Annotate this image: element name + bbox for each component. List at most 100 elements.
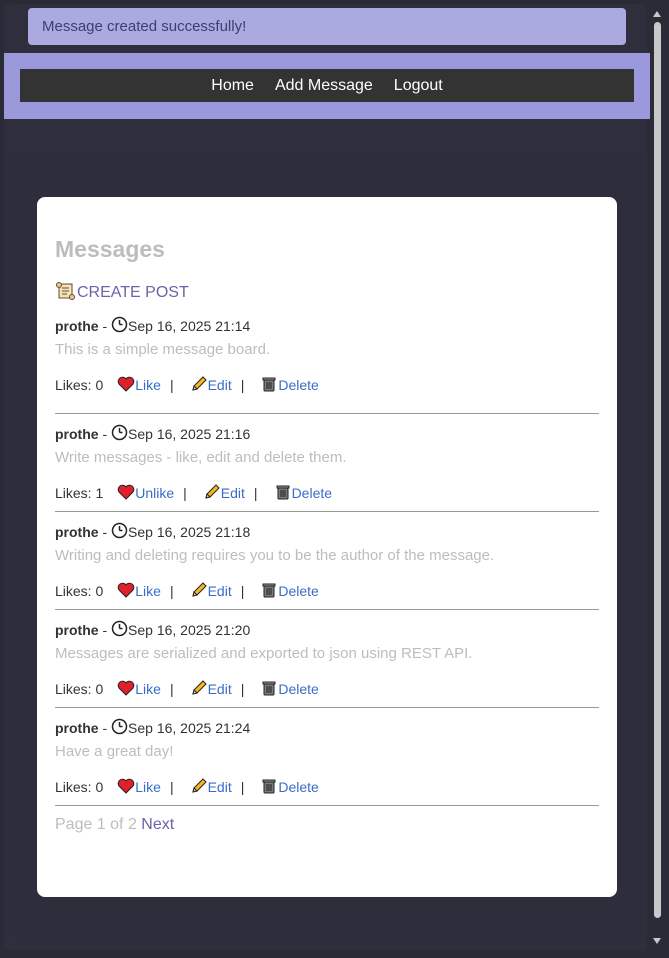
message-timestamp: Sep 16, 2025 21:24 <box>128 720 251 736</box>
next-page-link[interactable]: Next <box>141 816 174 833</box>
message-author: prothe <box>55 524 99 540</box>
list-item: prothe - Sep 16, 2025 21:16 Write messag… <box>55 414 599 512</box>
heart-icon <box>117 582 135 601</box>
list-item: prothe - Sep 16, 2025 21:18 Writing and … <box>55 512 599 610</box>
heart-icon <box>117 778 135 797</box>
create-post-link[interactable]: CREATE POST <box>77 284 189 302</box>
edit-link[interactable]: Edit <box>208 779 232 795</box>
flash-message: Message created successfully! <box>28 8 626 45</box>
message-actions: Likes: 0 Like | Edit | Delete <box>55 375 599 395</box>
like-toggle-link[interactable]: Like <box>135 583 161 599</box>
trash-icon <box>260 777 278 798</box>
list-item: prothe - Sep 16, 2025 21:24 Have a great… <box>55 708 599 806</box>
like-toggle-link[interactable]: Like <box>135 377 161 393</box>
message-text: Write messages - like, edit and delete t… <box>55 449 347 466</box>
action-separator: | <box>183 485 187 501</box>
delete-link[interactable]: Delete <box>278 377 318 393</box>
heart-icon <box>117 484 135 503</box>
message-meta: prothe - Sep 16, 2025 21:20 <box>55 620 599 640</box>
edit-link[interactable]: Edit <box>208 377 232 393</box>
message-meta: prothe - Sep 16, 2025 21:14 <box>55 316 599 336</box>
action-separator: | <box>240 779 245 795</box>
action-separator: | <box>169 681 174 697</box>
navbar: Home Add Message Logout <box>20 69 634 102</box>
list-item: prothe - Sep 16, 2025 21:20 Messages are… <box>55 610 599 708</box>
message-author: prothe <box>55 426 99 442</box>
likes-count: Likes: 0 <box>55 583 104 599</box>
action-separator: | <box>240 377 245 393</box>
edit-link[interactable]: Edit <box>221 485 245 501</box>
scroll-icon <box>55 281 77 306</box>
trash-icon <box>274 483 292 504</box>
messages-card: Messages CREATE POST prothe - Sep 16, 20… <box>37 197 617 897</box>
message-text: This is a simple message board. <box>55 341 271 358</box>
clock-icon <box>111 620 128 640</box>
action-separator: | <box>240 583 245 599</box>
nav-logout-link[interactable]: Logout <box>394 77 443 95</box>
message-timestamp: Sep 16, 2025 21:18 <box>128 524 251 540</box>
likes-count: Likes: 1 <box>55 485 104 501</box>
message-actions: Likes: 0 Like | Edit | Delete <box>55 581 599 601</box>
message-author: prothe <box>55 622 99 638</box>
list-item: prothe - Sep 16, 2025 21:14 This is a si… <box>55 316 599 414</box>
message-timestamp: Sep 16, 2025 21:16 <box>128 426 251 442</box>
like-toggle-link[interactable]: Unlike <box>135 485 174 501</box>
pencil-icon <box>190 777 208 798</box>
message-actions: Likes: 0 Like | Edit | Delete <box>55 679 599 699</box>
nav-home-link[interactable]: Home <box>211 77 254 95</box>
trash-icon <box>260 581 278 602</box>
clock-icon <box>111 718 128 738</box>
nav-add-message-link[interactable]: Add Message <box>275 77 373 95</box>
message-actions: Likes: 1 Unlike | Edit | Delete <box>55 483 599 503</box>
message-meta: prothe - Sep 16, 2025 21:16 <box>55 424 599 444</box>
create-post-row: CREATE POST <box>55 281 599 305</box>
trash-icon <box>260 375 278 396</box>
like-toggle-link[interactable]: Like <box>135 681 161 697</box>
action-separator: | <box>253 485 258 501</box>
meta-dash: - <box>98 720 112 736</box>
scroll-down-icon[interactable] <box>653 938 661 944</box>
pagination: Page 1 of 2 Next <box>55 816 599 834</box>
message-text: Messages are serialized and exported to … <box>55 645 473 662</box>
delete-link[interactable]: Delete <box>278 681 318 697</box>
scroll-up-icon[interactable] <box>653 11 661 17</box>
pencil-icon <box>203 483 221 504</box>
action-separator: | <box>169 583 174 599</box>
page-indicator: Page 1 of 2 <box>55 816 137 833</box>
scrollbar[interactable] <box>651 8 664 950</box>
like-toggle-link[interactable]: Like <box>135 779 161 795</box>
header: Home Add Message Logout <box>4 53 650 119</box>
clock-icon <box>111 424 128 444</box>
pencil-icon <box>190 581 208 602</box>
heart-icon <box>117 376 135 395</box>
message-author: prothe <box>55 318 99 334</box>
message-text: Writing and deleting requires you to be … <box>55 547 495 564</box>
message-timestamp: Sep 16, 2025 21:20 <box>128 622 251 638</box>
message-text: Have a great day! <box>55 743 174 760</box>
delete-link[interactable]: Delete <box>292 485 332 501</box>
action-separator: | <box>240 681 245 697</box>
likes-count: Likes: 0 <box>55 681 104 697</box>
message-timestamp: Sep 16, 2025 21:14 <box>128 318 251 334</box>
pencil-icon <box>190 375 208 396</box>
action-separator: | <box>169 377 174 393</box>
pencil-icon <box>190 679 208 700</box>
clock-icon <box>111 316 128 336</box>
scroll-thumb[interactable] <box>654 22 661 918</box>
heart-icon <box>117 680 135 699</box>
page-title: Messages <box>55 236 165 262</box>
message-meta: prothe - Sep 16, 2025 21:18 <box>55 522 599 542</box>
edit-link[interactable]: Edit <box>208 583 232 599</box>
message-meta: prothe - Sep 16, 2025 21:24 <box>55 718 599 738</box>
meta-dash: - <box>98 318 112 334</box>
meta-dash: - <box>98 622 112 638</box>
message-actions: Likes: 0 Like | Edit | Delete <box>55 777 599 797</box>
clock-icon <box>111 522 128 542</box>
edit-link[interactable]: Edit <box>208 681 232 697</box>
meta-dash: - <box>98 426 112 442</box>
meta-dash: - <box>98 524 112 540</box>
delete-link[interactable]: Delete <box>278 583 318 599</box>
message-author: prothe <box>55 720 99 736</box>
action-separator: | <box>169 779 174 795</box>
delete-link[interactable]: Delete <box>278 779 318 795</box>
